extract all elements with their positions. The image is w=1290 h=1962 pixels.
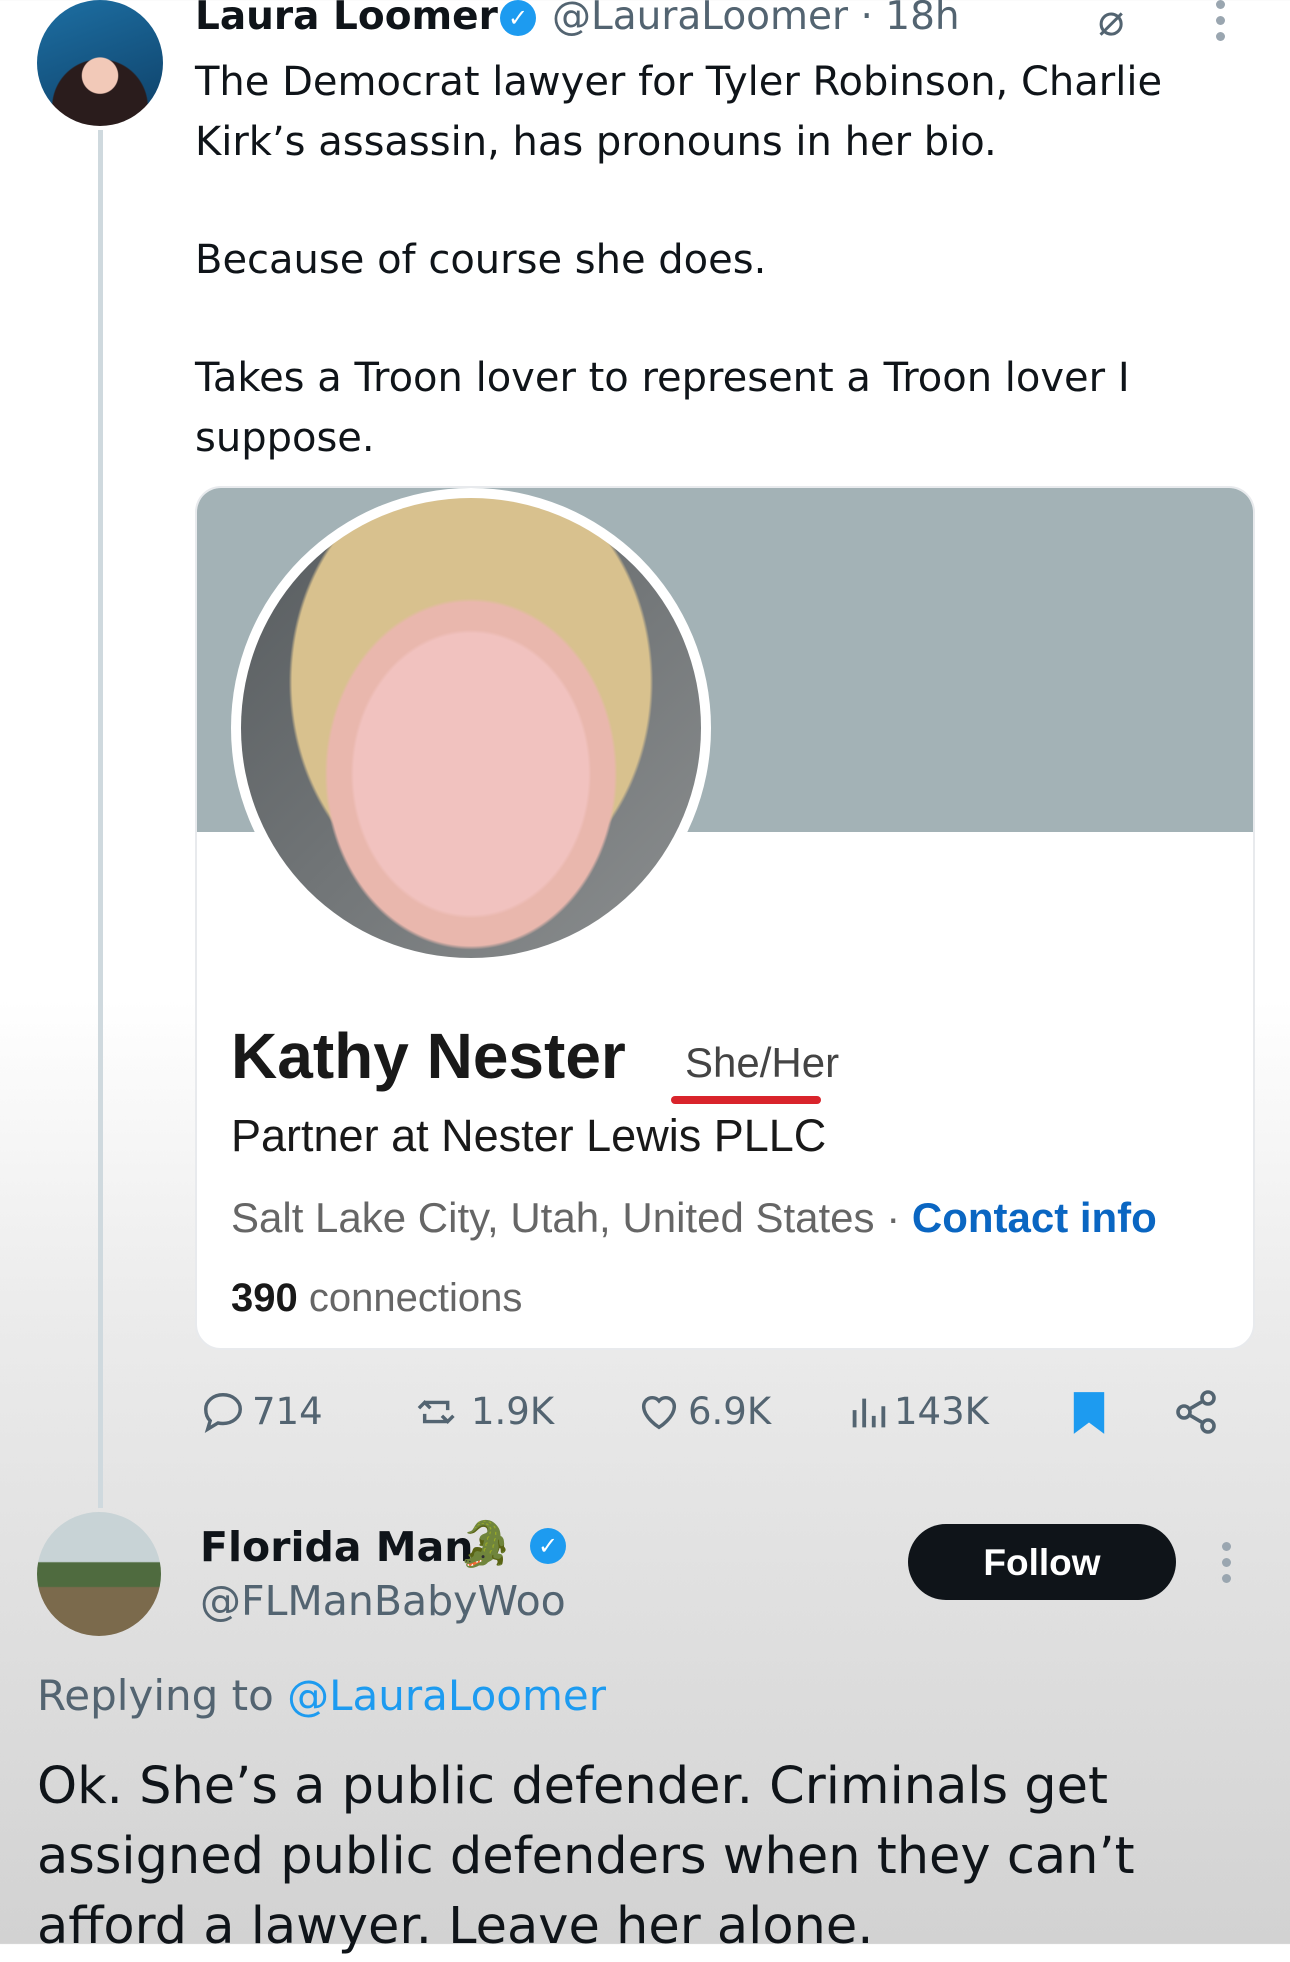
reply-author-handle[interactable]: @FLManBabyWoo [200, 1574, 566, 1628]
profile-pronouns: She/Her [685, 1039, 840, 1086]
profile-photo-image [241, 498, 701, 958]
share-icon[interactable] [1172, 1388, 1220, 1436]
repost-icon [417, 1399, 455, 1425]
replying-handle-link[interactable]: @LauraLoomer [287, 1671, 606, 1720]
pronoun-underline-annotation [671, 1096, 821, 1104]
more-icon[interactable] [1222, 1542, 1234, 1590]
attached-image-card[interactable]: Kathy Nester She/Her Partner at Nester L… [195, 486, 1255, 1350]
tweet-text-paragraph: Because of course she does. [195, 237, 767, 283]
location-text: Salt Lake City, Utah, United States · [231, 1194, 912, 1241]
profile-connections: 390 connections [231, 1270, 522, 1326]
more-icon[interactable] [1216, 0, 1228, 48]
profile-name: Kathy Nester [231, 1020, 626, 1092]
repost-button[interactable]: 1.9K [415, 1386, 554, 1438]
reply-count: 714 [252, 1390, 323, 1433]
reply-author-name[interactable]: Florida Man [200, 1520, 473, 1574]
views-icon [852, 1398, 886, 1428]
profile-location: Salt Lake City, Utah, United States · Co… [231, 1190, 1157, 1246]
profile-headline: Partner at Nester Lewis PLLC [231, 1110, 827, 1161]
contact-info-link: Contact info [911, 1194, 1157, 1241]
reply-text: Ok. She’s a public defender. Criminals g… [37, 1757, 1135, 1956]
author-handle[interactable]: @LauraLoomer · 18h [552, 0, 960, 40]
follow-button[interactable]: Follow [908, 1524, 1176, 1600]
reply-icon [204, 1393, 242, 1434]
like-icon [641, 1395, 677, 1430]
like-button[interactable]: 6.9K [636, 1386, 771, 1438]
grok-icon[interactable]: ⌀ [1098, 0, 1125, 46]
connections-label: connections [297, 1276, 523, 1320]
gator-icon: 🐊 [458, 1519, 513, 1570]
reply-author-avatar[interactable] [37, 1512, 161, 1636]
verified-icon: ✓ [500, 0, 536, 36]
author-avatar[interactable] [37, 0, 163, 126]
profile-photo [231, 488, 711, 968]
bookmark-icon[interactable] [1070, 1390, 1108, 1436]
verified-icon: ✓ [530, 1528, 566, 1564]
tweet-text-paragraph: The Democrat lawyer for Tyler Robinson, … [195, 59, 1163, 165]
author-name[interactable]: Laura Loomer [195, 0, 498, 40]
repost-count: 1.9K [471, 1390, 555, 1433]
replying-to: Replying to @LauraLoomer [37, 1668, 606, 1724]
replying-prefix: Replying to [37, 1671, 288, 1720]
reply-button[interactable]: 714 [200, 1386, 323, 1438]
tweet-text-paragraph: Takes a Troon lover to represent a Troon… [195, 355, 1130, 461]
connections-count: 390 [231, 1276, 298, 1320]
like-count: 6.9K [688, 1390, 772, 1433]
views-button[interactable]: 143K [848, 1386, 989, 1438]
views-count: 143K [894, 1390, 989, 1433]
thread-line [98, 130, 103, 1508]
